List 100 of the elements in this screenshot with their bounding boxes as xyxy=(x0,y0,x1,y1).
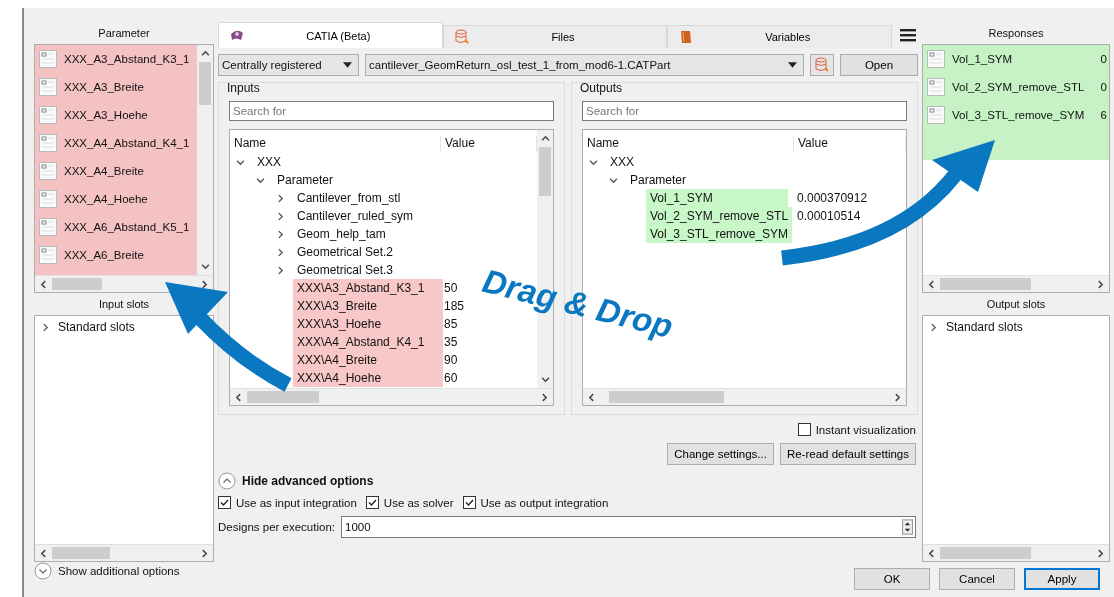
tree-item[interactable]: Cantilever_ruled_sym xyxy=(293,207,418,225)
list-item[interactable]: XXX_A6_Abstand_K5_1 xyxy=(35,213,197,241)
tree-item[interactable]: Geometrical Set.2 xyxy=(293,243,398,261)
value-cell-text: 90 xyxy=(443,353,458,367)
tree-item[interactable]: Cantilever_from_stl xyxy=(293,189,405,207)
tree-item[interactable]: XXX\A4_Breite xyxy=(293,351,443,369)
tree-item[interactable]: Vol_2_SYM_remove_STL xyxy=(646,207,793,225)
toggle-label[interactable]: Show additional options xyxy=(58,565,180,577)
scroll-left-icon[interactable] xyxy=(587,392,596,402)
checkbox[interactable] xyxy=(462,496,476,509)
table-icon xyxy=(39,162,57,180)
scroll-up-icon[interactable] xyxy=(200,49,210,58)
scroll-up-icon[interactable] xyxy=(540,134,550,143)
menu-icon[interactable] xyxy=(900,28,916,42)
tab[interactable]: Variables xyxy=(667,25,892,48)
column-header[interactable]: Name xyxy=(583,136,794,152)
checkbox-label[interactable]: Instant visualization xyxy=(815,423,916,436)
tree-item[interactable]: XXX\A3_Abstand_K3_1 xyxy=(293,279,443,297)
scrollbar-thumb[interactable] xyxy=(940,278,1032,290)
value-cell-text: 185 xyxy=(443,299,465,313)
tree-item[interactable]: Standard slots xyxy=(929,320,1023,334)
table-icon xyxy=(39,190,57,208)
list-item[interactable]: XXX_A4_Abstand_K4_1 xyxy=(35,129,197,157)
tree-item[interactable]: Geometrical Set.3 xyxy=(293,261,398,279)
scroll-right-icon[interactable] xyxy=(893,392,902,402)
scroll-right-icon[interactable] xyxy=(200,548,209,558)
scrollbar-thumb[interactable] xyxy=(52,547,110,559)
table-icon xyxy=(927,106,945,124)
list-item[interactable]: XXX_A3_Abstand_K3_1 xyxy=(35,45,197,73)
tree-item[interactable]: Parameter xyxy=(273,171,338,189)
list-item[interactable]: XXX_A3_Breite xyxy=(35,73,197,101)
collapse-icon[interactable] xyxy=(218,472,236,490)
table-icon xyxy=(39,106,57,124)
search-field[interactable]: Search for xyxy=(229,101,554,121)
checkbox[interactable] xyxy=(365,496,379,509)
tree-item[interactable]: XXX xyxy=(253,153,285,171)
tree-item[interactable]: Vol_1_SYM xyxy=(646,189,788,207)
list-item[interactable]: XXX_A3_Hoehe xyxy=(35,101,197,129)
scroll-down-icon[interactable] xyxy=(540,375,550,384)
list-item[interactable]: XXX_A4_Hoehe xyxy=(35,185,197,213)
file-dropdown[interactable]: cantilever_GeomReturn_osl_test_1_from_mod6-1.CATPart xyxy=(365,54,804,76)
table-icon xyxy=(39,246,57,264)
tree-item[interactable]: Parameter xyxy=(626,171,691,189)
scrollbar-thumb[interactable] xyxy=(247,391,320,403)
list-item[interactable]: XXX_A6_Breite xyxy=(35,241,197,269)
checkbox[interactable] xyxy=(218,496,231,509)
search-field[interactable]: Search for xyxy=(582,101,907,121)
table-icon xyxy=(39,134,57,152)
scrollbar-thumb[interactable] xyxy=(940,547,1032,559)
column-header[interactable]: Name xyxy=(230,136,441,152)
scroll-right-icon[interactable] xyxy=(200,279,209,289)
settings-button[interactable]: Re-read default settings xyxy=(779,443,916,465)
checkbox-label[interactable]: Use as input integration xyxy=(236,496,357,509)
settings-button[interactable]: Change settings... xyxy=(667,443,774,465)
scrollbar-thumb[interactable] xyxy=(199,62,211,106)
designs-spinbox[interactable]: 1000 xyxy=(341,516,916,538)
tree-item[interactable]: XXX\A4_Hoehe xyxy=(293,369,443,387)
scroll-left-icon[interactable] xyxy=(234,392,243,402)
spin-arrows-icon[interactable] xyxy=(902,519,913,535)
response-item[interactable]: Vol_1_SYM 0 xyxy=(923,45,1109,73)
table-icon xyxy=(927,78,945,96)
scroll-down-icon[interactable] xyxy=(200,262,210,271)
scroll-right-icon[interactable] xyxy=(1096,548,1105,558)
response-item[interactable]: Vol_3_STL_remove_SYM 6 xyxy=(923,101,1109,129)
toggle-label[interactable]: Hide advanced options xyxy=(242,474,374,488)
open-button[interactable]: Open xyxy=(840,54,918,76)
dialog-button[interactable]: Apply xyxy=(1024,568,1100,590)
tree-item[interactable]: XXX xyxy=(606,153,638,171)
scrollbar-thumb[interactable] xyxy=(539,147,551,197)
scrollbar-thumb[interactable] xyxy=(52,278,103,290)
tab[interactable]: Files xyxy=(442,25,668,48)
tree-item[interactable]: XXX\A4_Abstand_K4_1 xyxy=(293,333,443,351)
value-cell-text: 50 xyxy=(443,281,458,295)
tree-item[interactable]: Geom_help_tam xyxy=(293,225,390,243)
value-cell-text: 0.000370912 xyxy=(796,191,868,205)
scroll-left-icon[interactable] xyxy=(927,279,936,289)
list-item[interactable]: XXX_A4_Breite xyxy=(35,157,197,185)
tree-item[interactable]: Standard slots xyxy=(41,320,135,334)
scroll-left-icon[interactable] xyxy=(39,279,48,289)
scrollbar-thumb[interactable] xyxy=(608,391,725,403)
tree-item[interactable]: XXX\A3_Hoehe xyxy=(293,315,443,333)
scroll-left-icon[interactable] xyxy=(927,548,936,558)
dialog-button[interactable]: Cancel xyxy=(939,568,1015,590)
source-dropdown[interactable]: Centrally registered xyxy=(218,54,359,76)
scroll-right-icon[interactable] xyxy=(540,392,549,402)
column-header[interactable]: Value xyxy=(794,136,906,152)
value-cell-text: 85 xyxy=(443,317,458,331)
tree-item[interactable]: XXX\A3_Breite xyxy=(293,297,443,315)
scroll-right-icon[interactable] xyxy=(1096,279,1105,289)
checkbox[interactable] xyxy=(797,423,811,436)
response-item[interactable]: Vol_2_SYM_remove_STL 0 xyxy=(923,73,1109,101)
tab[interactable]: CATIA (Beta) xyxy=(218,22,443,48)
panel-title: Parameter xyxy=(97,26,151,41)
checkbox-label[interactable]: Use as output integration xyxy=(480,496,609,509)
dialog-button[interactable]: OK xyxy=(854,568,930,590)
dropdown-arrow-icon xyxy=(343,62,352,68)
tree-item[interactable]: Vol_3_STL_remove_SYM xyxy=(646,225,793,243)
group-title: Inputs xyxy=(227,81,261,97)
scroll-left-icon[interactable] xyxy=(39,548,48,558)
checkbox-label[interactable]: Use as solver xyxy=(383,496,454,509)
